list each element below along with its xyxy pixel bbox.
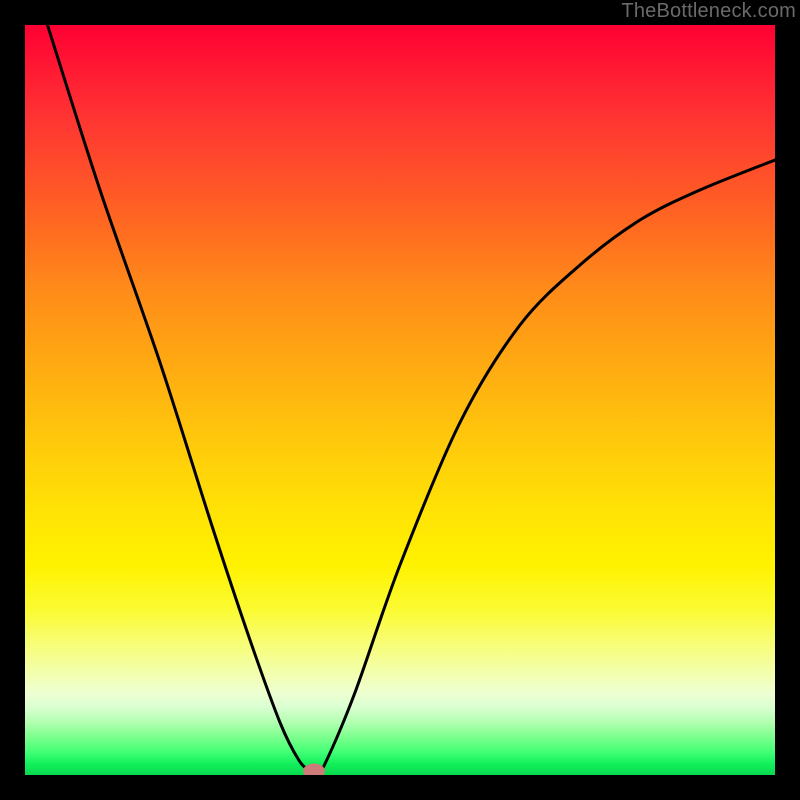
bottleneck-curve: [25, 25, 775, 775]
chart-frame: TheBottleneck.com: [0, 0, 800, 800]
optimum-marker: [303, 764, 325, 775]
plot-area: [25, 25, 775, 775]
watermark-label: TheBottleneck.com: [621, 0, 796, 23]
